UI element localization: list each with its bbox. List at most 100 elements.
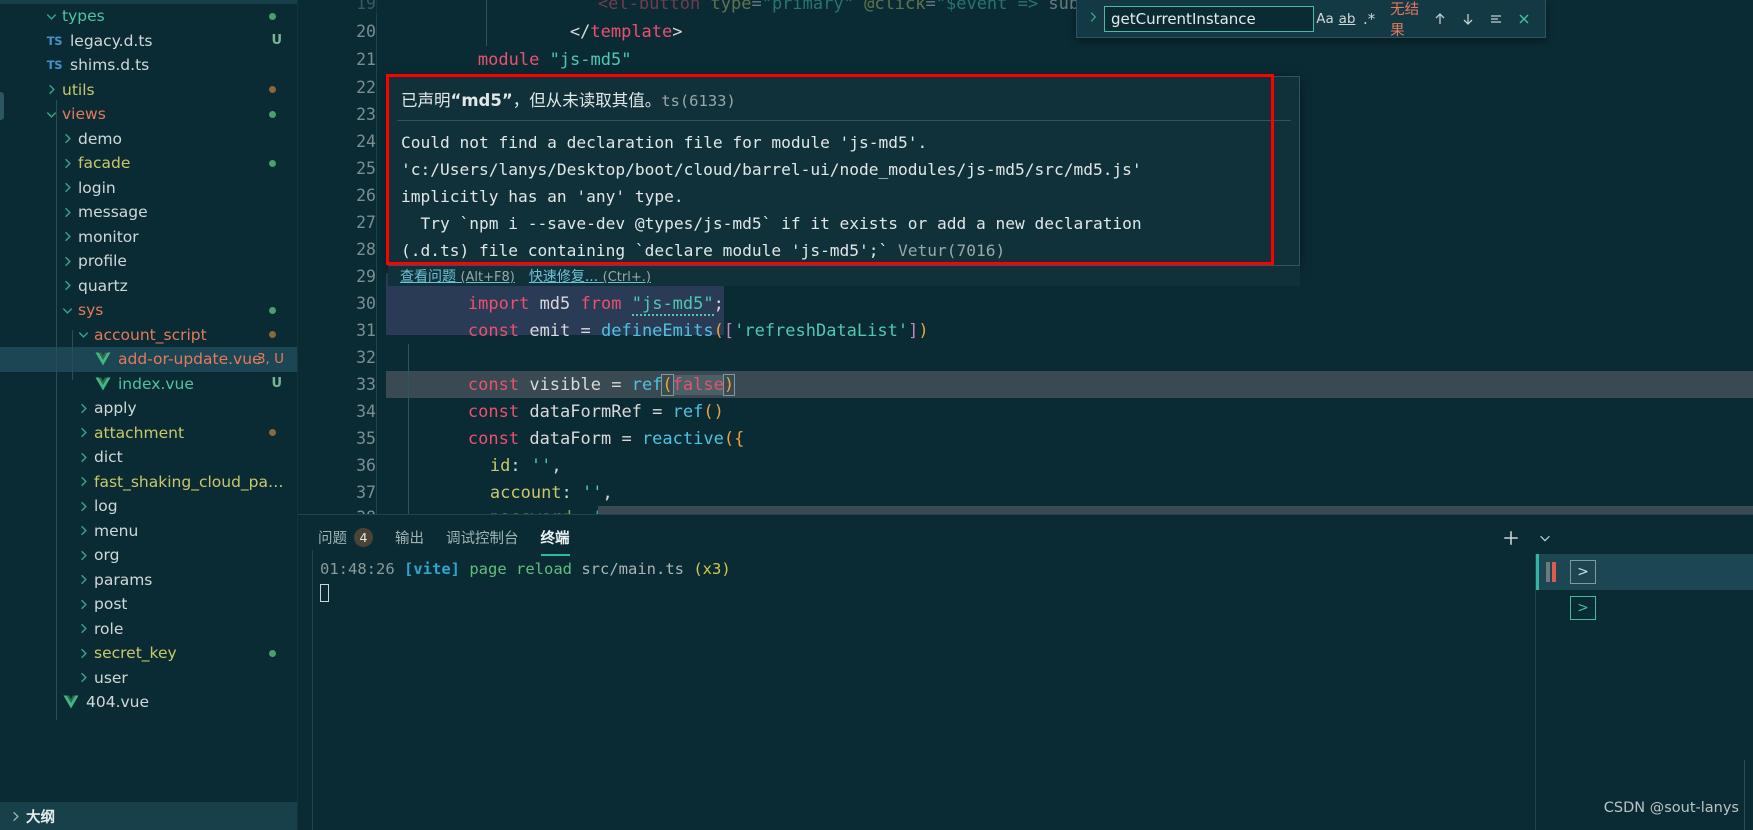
tree-item-index-vue[interactable]: index.vue U bbox=[0, 372, 298, 397]
tree-item-log[interactable]: log bbox=[0, 494, 298, 519]
find-widget: getCurrentInstance Aa ab .* 无结果 bbox=[1076, 0, 1546, 39]
terminal-prompt-icon: > bbox=[1570, 560, 1596, 584]
chevron-right-icon bbox=[76, 597, 91, 612]
line-number: 35 bbox=[356, 429, 376, 448]
tree-item-demo[interactable]: demo bbox=[0, 127, 298, 152]
tree-item-org[interactable]: org bbox=[0, 543, 298, 568]
line-number: 33 bbox=[356, 375, 376, 394]
typescript-file-icon: TS bbox=[46, 58, 63, 73]
tree-item-login[interactable]: login bbox=[0, 176, 298, 201]
chevron-right-icon bbox=[60, 254, 75, 269]
line-number: 36 bbox=[356, 456, 376, 475]
chevron-down-icon[interactable] bbox=[1533, 526, 1557, 550]
tree-item-views[interactable]: views bbox=[0, 102, 298, 127]
tree-item-label: legacy.d.ts bbox=[70, 31, 153, 50]
indent-guide bbox=[486, 0, 487, 46]
panel-tab-1[interactable]: 输出 bbox=[395, 522, 424, 552]
tree-item-attachment[interactable]: attachment bbox=[0, 421, 298, 446]
tree-item-label: user bbox=[94, 668, 128, 687]
vscode-window: types TS legacy.d.ts U TS shims.d.ts utils view… bbox=[0, 0, 1753, 830]
next-match-icon[interactable] bbox=[1455, 7, 1481, 31]
panel-tab-3[interactable]: 终端 bbox=[540, 522, 570, 556]
tree-item-legacy-d-ts[interactable]: TS legacy.d.ts U bbox=[0, 29, 298, 54]
line-number: 24 bbox=[356, 132, 376, 151]
panel-tab-2[interactable]: 调试控制台 bbox=[446, 522, 519, 552]
tree-item-secret-key[interactable]: secret_key bbox=[0, 641, 298, 666]
tree-item-utils[interactable]: utils bbox=[0, 78, 298, 103]
hover-body-line-1: Could not find a declaration file for mo… bbox=[401, 133, 928, 152]
tree-item-types[interactable]: types bbox=[0, 4, 298, 29]
hover-title: 已声明“md5”，但从未读取其值。ts(6133) bbox=[389, 77, 1299, 120]
hover-title-prefix: 已声明 bbox=[401, 91, 451, 110]
terminal-prompt-icon: > bbox=[1570, 596, 1596, 620]
indent-guide bbox=[408, 344, 409, 514]
tree-item-fast-shaking-cloud-packa-[interactable]: fast_shaking_cloud_packa... bbox=[0, 470, 298, 495]
tree-item-user[interactable]: user bbox=[0, 666, 298, 691]
quick-fix-link[interactable]: 快速修复... (Ctrl+.) bbox=[529, 266, 651, 286]
tree-item-label: post bbox=[94, 595, 128, 614]
chevron-right-icon bbox=[60, 156, 75, 171]
panel-tab-badge: 4 bbox=[354, 527, 373, 547]
chevron-right-icon bbox=[60, 131, 75, 146]
tree-item-add-or-update-vue[interactable]: add-or-update.vue 3, U bbox=[0, 347, 298, 372]
tree-item-facade[interactable]: facade bbox=[0, 151, 298, 176]
chevron-right-icon bbox=[76, 621, 91, 636]
panel-tab-0[interactable]: 问题 4 bbox=[318, 522, 373, 552]
editor-horizontal-scrollbar[interactable] bbox=[598, 506, 1753, 514]
previous-match-icon[interactable] bbox=[1427, 7, 1453, 31]
line-number: 26 bbox=[356, 186, 376, 205]
whole-word-icon[interactable]: ab bbox=[1336, 8, 1358, 30]
close-icon[interactable] bbox=[1511, 7, 1537, 31]
outline-section-header[interactable]: 大纲 bbox=[0, 802, 298, 830]
find-navigation bbox=[1427, 7, 1537, 31]
tree-item-label: sys bbox=[78, 301, 104, 320]
add-terminal-icon[interactable] bbox=[1499, 526, 1523, 550]
tree-item-label: apply bbox=[94, 399, 137, 418]
tree-item-status-dot bbox=[269, 110, 276, 118]
tree-item-post[interactable]: post bbox=[0, 592, 298, 617]
chevron-down-icon bbox=[44, 9, 59, 24]
tree-item-sys[interactable]: sys bbox=[0, 298, 298, 323]
find-in-selection-icon[interactable] bbox=[1483, 7, 1509, 31]
tree-item-label: profile bbox=[78, 252, 127, 271]
chevron-right-icon bbox=[76, 499, 91, 514]
terminal-instance-2[interactable]: > bbox=[1536, 590, 1753, 626]
match-case-icon[interactable]: Aa bbox=[1314, 8, 1336, 30]
hover-body-line-4: Try `npm i --save-dev @types/js-md5` if … bbox=[401, 214, 1142, 233]
split-indicator-icon bbox=[1546, 562, 1556, 582]
tree-item-dict[interactable]: dict bbox=[0, 445, 298, 470]
tree-item-role[interactable]: role bbox=[0, 617, 298, 642]
tree-item-404-vue[interactable]: 404.vue bbox=[0, 690, 298, 715]
terminal-instance-1[interactable]: > bbox=[1536, 554, 1753, 590]
tree-item-apply[interactable]: apply bbox=[0, 396, 298, 421]
chevron-right-icon bbox=[76, 474, 91, 489]
tree-item-params[interactable]: params bbox=[0, 568, 298, 593]
terminal-instance-list: > > bbox=[1535, 554, 1753, 830]
line-number: 21 bbox=[356, 50, 376, 69]
tree-item-status-dot bbox=[269, 159, 276, 167]
line-number: 34 bbox=[356, 402, 376, 421]
tree-item-status-dot bbox=[269, 429, 276, 437]
tree-item-menu[interactable]: menu bbox=[0, 519, 298, 544]
line-number: 27 bbox=[356, 213, 376, 232]
view-problem-link[interactable]: 查看问题 (Alt+F8) bbox=[400, 266, 515, 286]
tree-indent-guide bbox=[56, 100, 57, 720]
chevron-right-icon bbox=[76, 401, 91, 416]
hover-body-line-2: 'c:/Users/lanys/Desktop/boot/cloud/barre… bbox=[401, 160, 1142, 179]
toggle-replace-icon[interactable] bbox=[1085, 9, 1102, 28]
tree-item-profile[interactable]: profile bbox=[0, 249, 298, 274]
tree-item-label: monitor bbox=[78, 227, 139, 246]
tree-item-quartz[interactable]: quartz bbox=[0, 274, 298, 299]
tree-item-label: index.vue bbox=[118, 374, 194, 393]
line-number: 32 bbox=[356, 348, 376, 367]
tree-item-message[interactable]: message bbox=[0, 200, 298, 225]
tree-item-label: login bbox=[78, 178, 116, 197]
tree-item-shims-d-ts[interactable]: TS shims.d.ts bbox=[0, 53, 298, 78]
find-input[interactable]: getCurrentInstance bbox=[1103, 5, 1314, 32]
tree-item-account-script[interactable]: account_script bbox=[0, 323, 298, 348]
tree-item-monitor[interactable]: monitor bbox=[0, 225, 298, 250]
chevron-right-icon bbox=[60, 278, 75, 293]
tree-item-label: account_script bbox=[94, 325, 207, 344]
tree-item-label: dict bbox=[94, 448, 123, 467]
regex-icon[interactable]: .* bbox=[1358, 8, 1380, 30]
